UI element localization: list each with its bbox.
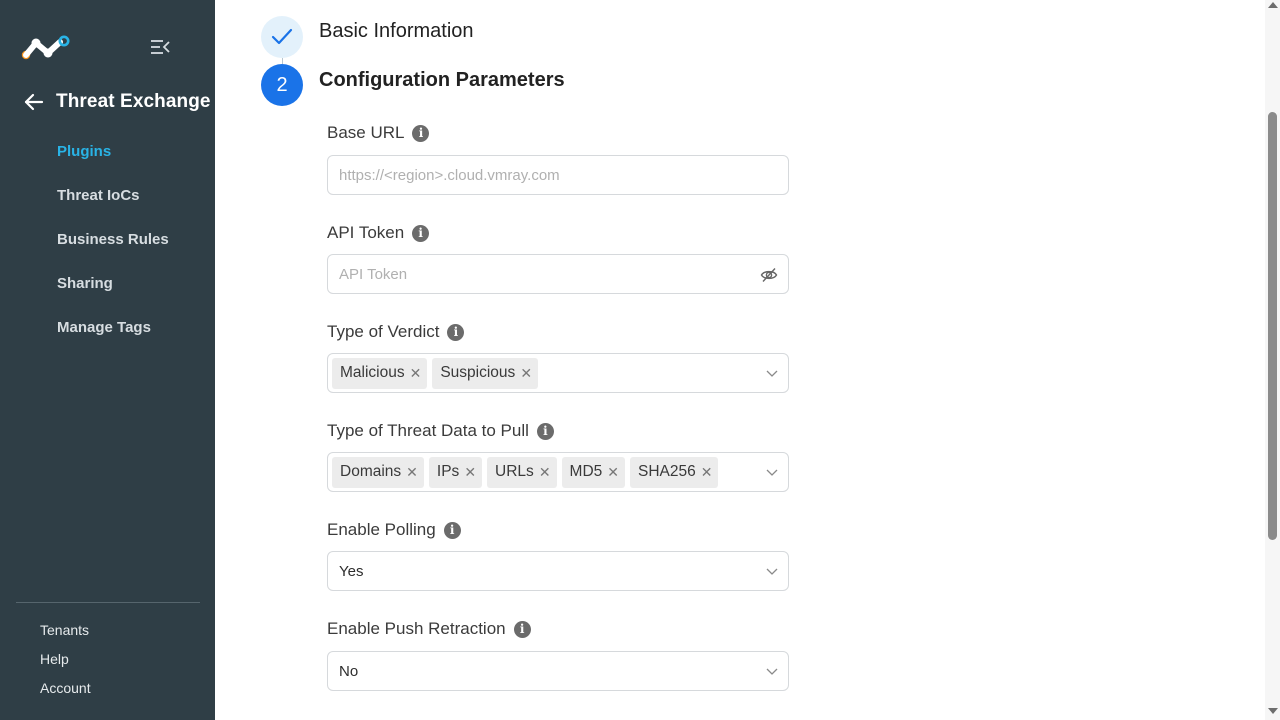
sidebar-item-manage-tags[interactable]: Manage Tags <box>57 316 169 360</box>
sidebar-item-sharing[interactable]: Sharing <box>57 272 169 316</box>
remove-tag-icon[interactable]: ✕ <box>464 464 476 481</box>
type-of-verdict-select[interactable]: Malicious ✕ Suspicious ✕ <box>327 353 789 393</box>
step-2-label: Configuration Parameters <box>319 69 565 91</box>
tag-label: URLs <box>495 463 534 480</box>
base-url-placeholder: https://<region>.cloud.vmray.com <box>339 166 560 184</box>
scroll-thumb[interactable] <box>1268 112 1277 540</box>
api-token-label: API Token i <box>327 223 430 243</box>
step-2-indicator: 2 <box>261 64 303 106</box>
base-url-label: Base URL i <box>327 123 430 143</box>
threat-data-label-text: Type of Threat Data to Pull <box>327 421 529 440</box>
sidebar-divider <box>16 602 200 603</box>
sidebar-item-plugins[interactable]: Plugins <box>57 140 169 184</box>
scroll-down-arrow-icon[interactable] <box>1268 708 1278 714</box>
chevron-down-icon[interactable] <box>766 467 778 477</box>
tag-md5: MD5 ✕ <box>561 456 626 488</box>
main-content: Basic Information 2 Configuration Parame… <box>215 0 1265 720</box>
tag-label: Suspicious <box>440 364 516 381</box>
info-icon[interactable]: i <box>513 620 531 638</box>
chevron-down-icon[interactable] <box>766 666 778 676</box>
sidebar-nav: Plugins Threat IoCs Business Rules Shari… <box>57 140 169 360</box>
remove-tag-icon[interactable]: ✕ <box>406 464 418 481</box>
tag-urls: URLs ✕ <box>487 456 557 488</box>
step-1-label[interactable]: Basic Information <box>319 20 474 43</box>
netskope-logo[interactable] <box>20 34 72 62</box>
sidebar-item-account[interactable]: Account <box>40 678 91 707</box>
enable-polling-label: Enable Polling i <box>327 520 461 540</box>
chevron-down-icon[interactable] <box>766 368 778 378</box>
tag-suspicious: Suspicious ✕ <box>432 357 539 389</box>
enable-push-retraction-label-text: Enable Push Retraction <box>327 619 506 638</box>
remove-tag-icon[interactable]: ✕ <box>607 464 619 481</box>
tag-label: SHA256 <box>638 463 696 480</box>
sidebar-item-business-rules[interactable]: Business Rules <box>57 228 169 272</box>
chevron-down-icon[interactable] <box>766 566 778 576</box>
tag-label: IPs <box>436 463 460 480</box>
api-token-label-text: API Token <box>327 223 405 242</box>
step-1-indicator[interactable] <box>261 16 303 58</box>
remove-tag-icon[interactable]: ✕ <box>410 365 422 382</box>
remove-tag-icon[interactable]: ✕ <box>701 464 713 481</box>
info-icon[interactable]: i <box>443 521 461 539</box>
api-token-input[interactable]: API Token <box>327 254 789 294</box>
sidebar-bottom-links: Tenants Help Account <box>40 620 91 707</box>
enable-push-retraction-value: No <box>339 662 359 680</box>
info-icon[interactable]: i <box>412 124 430 142</box>
checkmark-icon <box>271 28 293 45</box>
info-icon[interactable]: i <box>412 224 430 242</box>
section-title: Threat Exchange <box>56 91 211 112</box>
threat-data-select[interactable]: Domains ✕ IPs ✕ URLs ✕ MD5 ✕ SHA256 ✕ <box>327 452 789 492</box>
enable-push-retraction-label: Enable Push Retraction i <box>327 619 531 639</box>
tag-ips: IPs ✕ <box>428 456 483 488</box>
base-url-label-text: Base URL <box>327 123 405 142</box>
sidebar-item-tenants[interactable]: Tenants <box>40 620 91 649</box>
tag-label: Domains <box>340 463 402 480</box>
remove-tag-icon[interactable]: ✕ <box>520 365 532 382</box>
tag-label: MD5 <box>569 463 603 480</box>
type-of-verdict-label: Type of Verdict i <box>327 322 465 342</box>
tag-sha256: SHA256 ✕ <box>630 456 719 488</box>
sidebar-item-threat-iocs[interactable]: Threat IoCs <box>57 184 169 228</box>
enable-push-retraction-select[interactable]: No <box>327 651 789 691</box>
enable-polling-label-text: Enable Polling <box>327 520 436 539</box>
tag-malicious: Malicious ✕ <box>332 357 428 389</box>
base-url-input[interactable]: https://<region>.cloud.vmray.com <box>327 155 789 195</box>
eye-hidden-icon[interactable] <box>760 266 778 284</box>
info-icon[interactable]: i <box>447 323 465 341</box>
sidebar-item-help[interactable]: Help <box>40 649 91 678</box>
scroll-up-arrow-icon[interactable] <box>1268 2 1278 8</box>
api-token-placeholder: API Token <box>339 265 408 283</box>
tag-domains: Domains ✕ <box>332 456 424 488</box>
back-arrow-icon <box>24 93 44 111</box>
vertical-scrollbar[interactable] <box>1265 0 1280 720</box>
collapse-menu-icon[interactable] <box>150 38 170 56</box>
tag-label: Malicious <box>340 364 405 381</box>
info-icon[interactable]: i <box>536 422 554 440</box>
type-of-verdict-label-text: Type of Verdict <box>327 322 440 341</box>
sidebar: Threat Exchange Plugins Threat IoCs Busi… <box>0 0 215 720</box>
back-to-threat-exchange[interactable]: Threat Exchange <box>24 88 211 116</box>
remove-tag-icon[interactable]: ✕ <box>539 464 551 481</box>
enable-polling-value: Yes <box>339 562 364 580</box>
threat-data-label: Type of Threat Data to Pull i <box>327 421 554 441</box>
enable-polling-select[interactable]: Yes <box>327 551 789 591</box>
